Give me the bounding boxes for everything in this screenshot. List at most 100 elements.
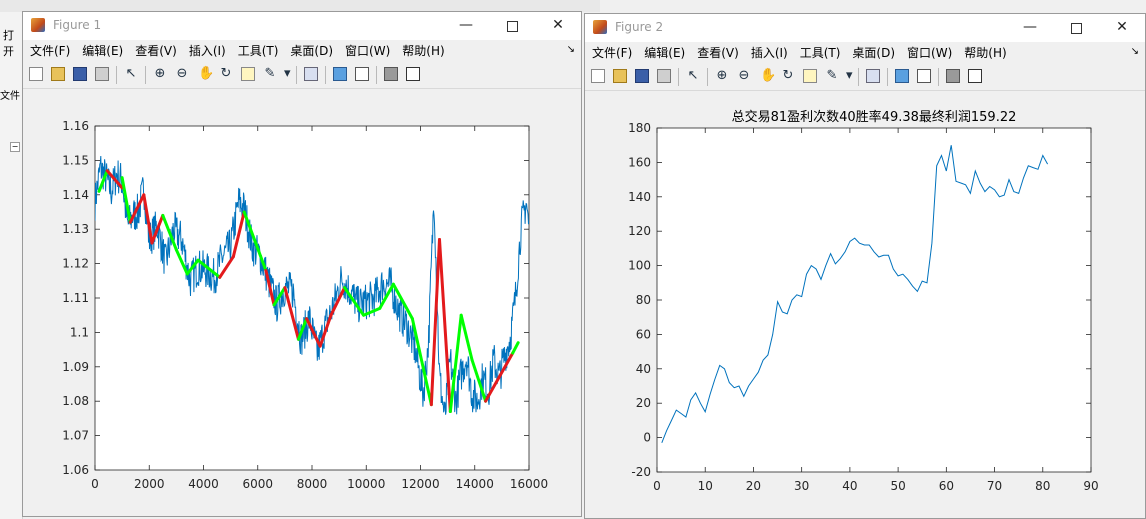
brush-dropdown-icon[interactable]: ▾ bbox=[845, 67, 853, 85]
x-tick-label: 10000 bbox=[347, 477, 385, 491]
dock-arrow-icon[interactable]: ↘ bbox=[1131, 46, 1139, 57]
toolbar-separator bbox=[858, 68, 859, 86]
y-tick-label: 160 bbox=[628, 155, 651, 169]
menu-edit[interactable]: 编辑(E) bbox=[639, 42, 690, 64]
y-tick-label: 100 bbox=[628, 259, 651, 273]
toolbar-separator bbox=[938, 68, 939, 86]
toolbar-separator bbox=[707, 68, 708, 86]
menu-desktop[interactable]: 桌面(D) bbox=[285, 40, 338, 62]
close-button[interactable]: ✕ bbox=[1099, 14, 1145, 42]
menu-window[interactable]: 窗口(W) bbox=[340, 40, 395, 62]
menu-tools[interactable]: 工具(T) bbox=[233, 40, 284, 62]
print-icon[interactable] bbox=[655, 67, 673, 85]
rotate-icon[interactable]: ↻ bbox=[217, 65, 235, 83]
figure-1-window: Figure 1 — ✕ 文件(F) 编辑(E) 查看(V) 插入(I) 工具(T) 桌面… bbox=[22, 11, 582, 517]
x-tick-label: 12000 bbox=[401, 477, 439, 491]
y-tick-label: 180 bbox=[628, 121, 651, 135]
open-file-icon[interactable] bbox=[49, 65, 67, 83]
menu-insert[interactable]: 插入(I) bbox=[746, 42, 793, 64]
figure-2-toolbar: ↖ ⊕ ⊖ ✋ ↻ ✎ ▾ bbox=[585, 64, 1145, 91]
x-tick-label: 10 bbox=[698, 479, 713, 493]
axes-box bbox=[656, 127, 1092, 473]
open-file-icon[interactable] bbox=[611, 67, 629, 85]
menu-help[interactable]: 帮助(H) bbox=[397, 40, 449, 62]
maximize-button[interactable] bbox=[489, 12, 535, 40]
menu-desktop[interactable]: 桌面(D) bbox=[847, 42, 900, 64]
data-cursor-icon[interactable] bbox=[801, 67, 819, 85]
pointer-icon[interactable]: ↖ bbox=[684, 67, 702, 85]
new-figure-icon[interactable] bbox=[27, 65, 45, 83]
save-icon[interactable] bbox=[633, 67, 651, 85]
x-tick-label: 50 bbox=[890, 479, 905, 493]
y-tick-label: 60 bbox=[636, 327, 651, 341]
zoom-out-icon[interactable]: ⊖ bbox=[173, 65, 191, 83]
zoom-out-icon[interactable]: ⊖ bbox=[735, 67, 753, 85]
zoom-in-icon[interactable]: ⊕ bbox=[151, 65, 169, 83]
save-icon[interactable] bbox=[71, 65, 89, 83]
link-plot-icon[interactable] bbox=[302, 65, 320, 83]
menu-edit[interactable]: 编辑(E) bbox=[77, 40, 128, 62]
y-tick-label: 80 bbox=[636, 293, 651, 307]
y-tick-label: 140 bbox=[628, 190, 651, 204]
y-tick-label: 1.11 bbox=[62, 291, 89, 305]
y-tick-label: 1.07 bbox=[62, 429, 89, 443]
y-tick-label: 1.08 bbox=[62, 394, 89, 408]
colorbar-icon[interactable] bbox=[331, 65, 349, 83]
brush-icon[interactable]: ✎ bbox=[823, 67, 841, 85]
brush-dropdown-icon[interactable]: ▾ bbox=[283, 65, 291, 83]
print-icon[interactable] bbox=[93, 65, 111, 83]
close-button[interactable]: ✕ bbox=[535, 12, 581, 40]
menu-view[interactable]: 查看(V) bbox=[130, 40, 182, 62]
new-figure-icon[interactable] bbox=[589, 67, 607, 85]
figure-2-plot-area: 总交易81盈利次数40胜率49.38最终利润159.22 0 10 20 30 40 50 6… bbox=[585, 91, 1145, 518]
hide-plot-tools-icon[interactable] bbox=[944, 67, 962, 85]
legend-icon[interactable] bbox=[915, 67, 933, 85]
menu-tools[interactable]: 工具(T) bbox=[795, 42, 846, 64]
data-cursor-icon[interactable] bbox=[239, 65, 257, 83]
show-plot-tools-icon[interactable] bbox=[404, 65, 422, 83]
figure-2-titlebar[interactable]: Figure 2 — ✕ bbox=[585, 14, 1145, 42]
toolbar-separator bbox=[887, 68, 888, 86]
equity-chart[interactable]: 总交易81盈利次数40胜率49.38最终利润159.22 0 10 20 30 40 50 6… bbox=[585, 91, 1145, 518]
x-tick-label: 8000 bbox=[297, 477, 328, 491]
y-tick-label: 20 bbox=[636, 396, 651, 410]
hide-plot-tools-icon[interactable] bbox=[382, 65, 400, 83]
maximize-button[interactable] bbox=[1053, 14, 1099, 42]
menu-file[interactable]: 文件(F) bbox=[587, 42, 637, 64]
menu-window[interactable]: 窗口(W) bbox=[902, 42, 957, 64]
y-tick-label: 1.15 bbox=[62, 153, 89, 167]
brush-icon[interactable]: ✎ bbox=[261, 65, 279, 83]
matlab-icon bbox=[593, 20, 607, 34]
x-tick-label: 40 bbox=[842, 479, 857, 493]
figure-1-titlebar[interactable]: Figure 1 — ✕ bbox=[23, 12, 581, 40]
pan-icon[interactable]: ✋ bbox=[757, 67, 776, 85]
menu-help[interactable]: 帮助(H) bbox=[959, 42, 1011, 64]
rotate-icon[interactable]: ↻ bbox=[779, 67, 797, 85]
figure-2-menubar: 文件(F) 编辑(E) 查看(V) 插入(I) 工具(T) 桌面(D) 窗口(W) 帮助(H)… bbox=[585, 42, 1145, 64]
y-tick-label: -20 bbox=[631, 465, 651, 479]
menu-view[interactable]: 查看(V) bbox=[692, 42, 744, 64]
y-tick-label: 1.16 bbox=[62, 119, 89, 133]
figure-1-menubar: 文件(F) 编辑(E) 查看(V) 插入(I) 工具(T) 桌面(D) 窗口(W) 帮助(H)… bbox=[23, 40, 581, 62]
minimize-button[interactable]: — bbox=[443, 12, 489, 40]
menu-insert[interactable]: 插入(I) bbox=[184, 40, 231, 62]
link-plot-icon[interactable] bbox=[864, 67, 882, 85]
minimize-button[interactable]: — bbox=[1007, 14, 1053, 42]
show-plot-tools-icon[interactable] bbox=[966, 67, 984, 85]
y-tick-label: 0 bbox=[643, 431, 651, 445]
pan-icon[interactable]: ✋ bbox=[195, 65, 214, 83]
menu-file[interactable]: 文件(F) bbox=[25, 40, 75, 62]
collapse-toggle[interactable]: − bbox=[10, 142, 20, 152]
y-tick-label: 1.13 bbox=[62, 222, 89, 236]
y-tick-label: 1.12 bbox=[62, 257, 89, 271]
pointer-icon[interactable]: ↖ bbox=[122, 65, 140, 83]
open-label[interactable]: 打开 bbox=[3, 27, 22, 59]
price-chart[interactable]: 0 2000 4000 6000 8000 10000 12000 14000 16000 1.0… bbox=[23, 89, 581, 516]
toolbar-separator bbox=[145, 66, 146, 84]
x-tick-label: 80 bbox=[1035, 479, 1050, 493]
zoom-in-icon[interactable]: ⊕ bbox=[713, 67, 731, 85]
y-tick-label: 1.1 bbox=[70, 325, 89, 339]
colorbar-icon[interactable] bbox=[893, 67, 911, 85]
legend-icon[interactable] bbox=[353, 65, 371, 83]
dock-arrow-icon[interactable]: ↘ bbox=[567, 44, 575, 55]
